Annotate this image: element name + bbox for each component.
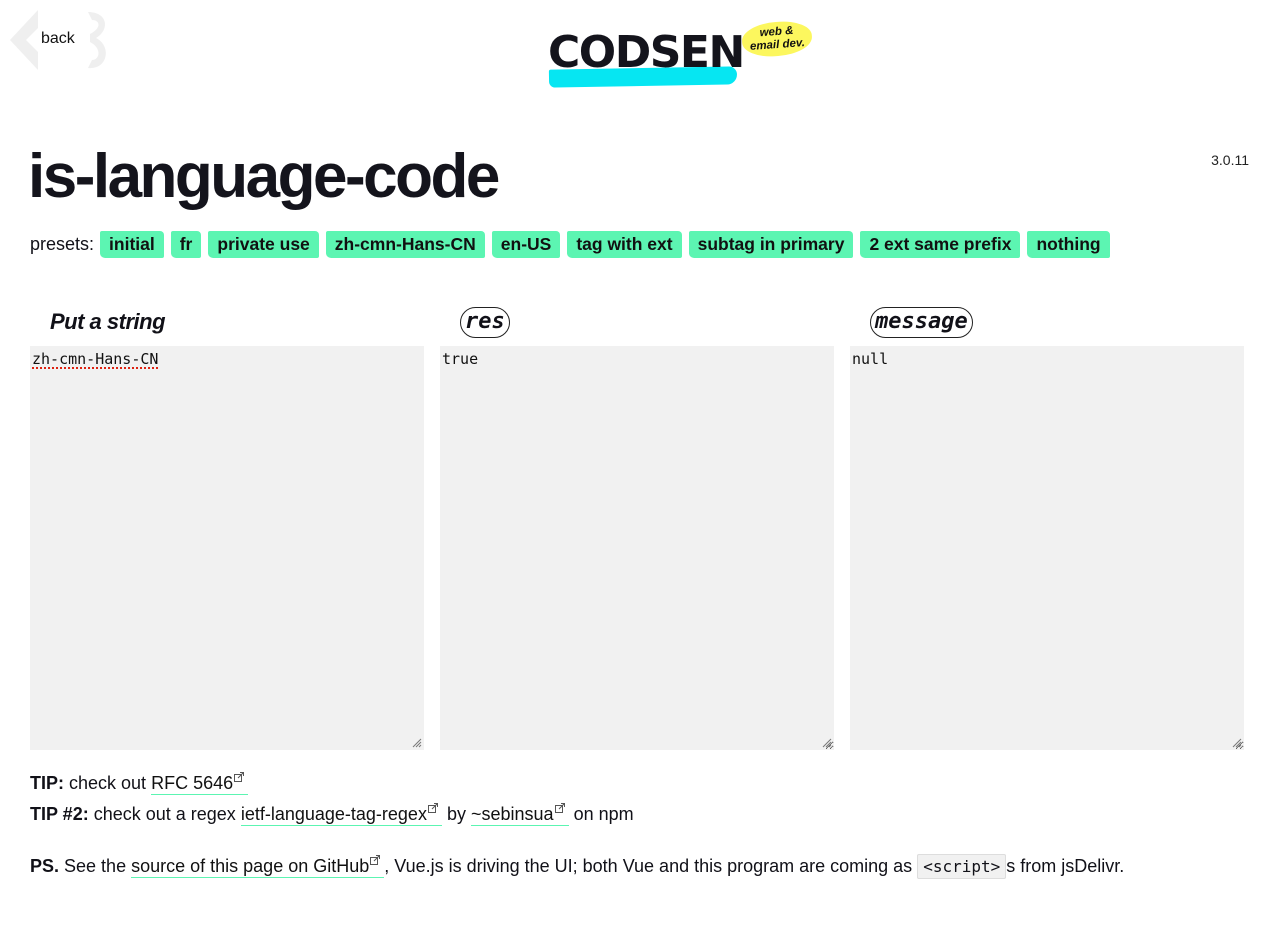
res-column: res true xyxy=(440,306,834,750)
tip-1-text: check out xyxy=(69,773,147,793)
input-textarea[interactable]: zh-cmn-Hans-CN xyxy=(30,346,424,750)
input-column: Put a string zh-cmn-Hans-CN xyxy=(30,306,424,750)
preset-fr-button[interactable]: fr xyxy=(170,231,202,258)
external-link-icon xyxy=(234,772,245,782)
res-output-textarea[interactable]: true xyxy=(440,346,834,750)
github-source-link[interactable]: source of this page on GitHub xyxy=(131,855,385,878)
tip-2-by: by xyxy=(446,804,466,824)
tip-2-label: TIP #2: xyxy=(30,804,89,824)
resize-grip-icon[interactable] xyxy=(820,736,832,748)
preset-subtag-in-primary-button[interactable]: subtag in primary xyxy=(688,231,854,258)
ietf-language-tag-regex-link[interactable]: ietf-language-tag-regex xyxy=(240,803,442,826)
github-source-link-label: source of this page on GitHub xyxy=(131,856,370,876)
presets-bar: presets: initial fr private use zh-cmn-H… xyxy=(30,231,1117,258)
external-link-icon xyxy=(554,803,565,813)
ps-text-1: See the xyxy=(64,856,127,876)
tip-2: TIP #2: check out a regex ietf-language-… xyxy=(30,799,1124,830)
ps-text-2: , Vue.js is driving the UI; both Vue and… xyxy=(384,856,913,876)
rfc-5646-link[interactable]: RFC 5646 xyxy=(151,772,249,795)
preset-private-use-button[interactable]: private use xyxy=(208,231,319,258)
ps-text-3: s from jsDelivr. xyxy=(1006,856,1125,876)
message-column: message null xyxy=(850,306,1244,750)
tip-2-suffix: on npm xyxy=(573,804,634,824)
preset-en-us-button[interactable]: en-US xyxy=(491,231,561,258)
resize-grip-icon[interactable] xyxy=(410,736,422,748)
tips-section: TIP: check out RFC 5646 TIP #2: check ou… xyxy=(30,768,1124,882)
tip-2-text: check out a regex xyxy=(93,804,236,824)
message-column-title: message xyxy=(870,307,973,338)
tip-1-label: TIP: xyxy=(30,773,64,793)
preset-zh-cmn-hans-cn-button[interactable]: zh-cmn-Hans-CN xyxy=(325,231,485,258)
script-code: <script> xyxy=(917,854,1007,879)
back-area: back xyxy=(8,8,112,72)
ps-note: PS. See the source of this page on GitHu… xyxy=(30,851,1124,882)
logo-badge: web & email dev. xyxy=(740,19,814,59)
ietf-language-tag-regex-link-label: ietf-language-tag-regex xyxy=(240,804,427,824)
external-link-icon xyxy=(427,803,438,813)
rfc-5646-link-label: RFC 5646 xyxy=(151,773,234,793)
preset-tag-with-ext-button[interactable]: tag with ext xyxy=(567,231,682,258)
external-link-icon xyxy=(370,855,381,865)
logo-text: CODSEN xyxy=(548,27,745,78)
page-title: is-language-code xyxy=(28,142,500,211)
preset-2-ext-same-prefix-button[interactable]: 2 ext same prefix xyxy=(860,231,1021,258)
presets-label: presets: xyxy=(30,234,95,254)
input-column-title: Put a string xyxy=(50,309,166,334)
resize-grip-icon[interactable] xyxy=(1230,736,1242,748)
message-output-textarea[interactable]: null xyxy=(850,346,1244,750)
codsen-logo[interactable]: CODSEN web & email dev. xyxy=(548,19,818,92)
tip-1: TIP: check out RFC 5646 xyxy=(30,768,1124,799)
sebinsua-link-label: ~sebinsua xyxy=(471,804,554,824)
sebinsua-link[interactable]: ~sebinsua xyxy=(471,803,569,826)
preset-initial-button[interactable]: initial xyxy=(100,231,164,258)
ps-label: PS. xyxy=(30,856,60,876)
version-label: 3.0.11 xyxy=(1211,152,1249,168)
back-link[interactable]: back xyxy=(41,30,75,48)
input-value: zh-cmn-Hans-CN xyxy=(32,350,159,368)
preset-nothing-button[interactable]: nothing xyxy=(1027,231,1110,258)
res-column-title: res xyxy=(460,307,510,338)
